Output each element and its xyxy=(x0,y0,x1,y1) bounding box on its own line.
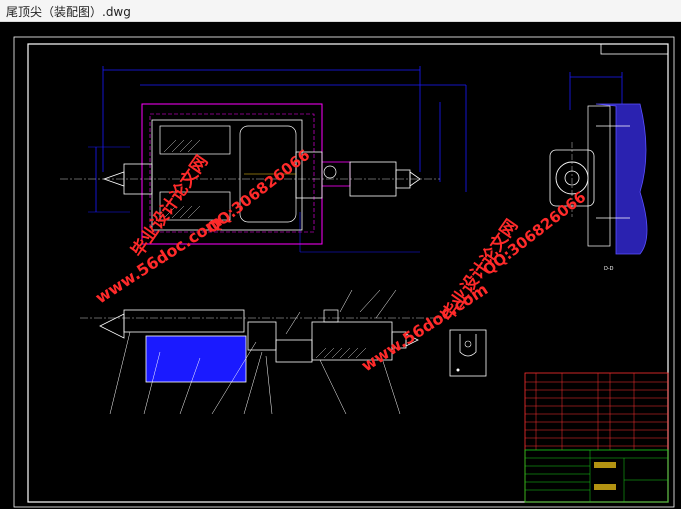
cad-drawing: D-D 毕业设计论文网 QQ:306826066 www.56doc.com 毕… xyxy=(13,36,675,508)
watermark-text: www.56doc.com xyxy=(358,279,491,375)
cad-drawing-canvas[interactable]: D-D 毕业设计论文网 QQ:306826066 www.56doc.com 毕… xyxy=(0,22,681,509)
outer-frame xyxy=(13,36,675,508)
section-view-d: D-D xyxy=(549,72,648,272)
window-title: 尾顶尖（装配图）.dwg xyxy=(6,5,131,19)
title-block xyxy=(524,372,669,503)
window-titlebar: 尾顶尖（装配图）.dwg xyxy=(0,0,681,22)
top-view xyxy=(60,66,467,253)
corner-code-box xyxy=(600,43,669,55)
section-view-label: D-D xyxy=(604,266,614,272)
detail-part xyxy=(449,329,487,377)
